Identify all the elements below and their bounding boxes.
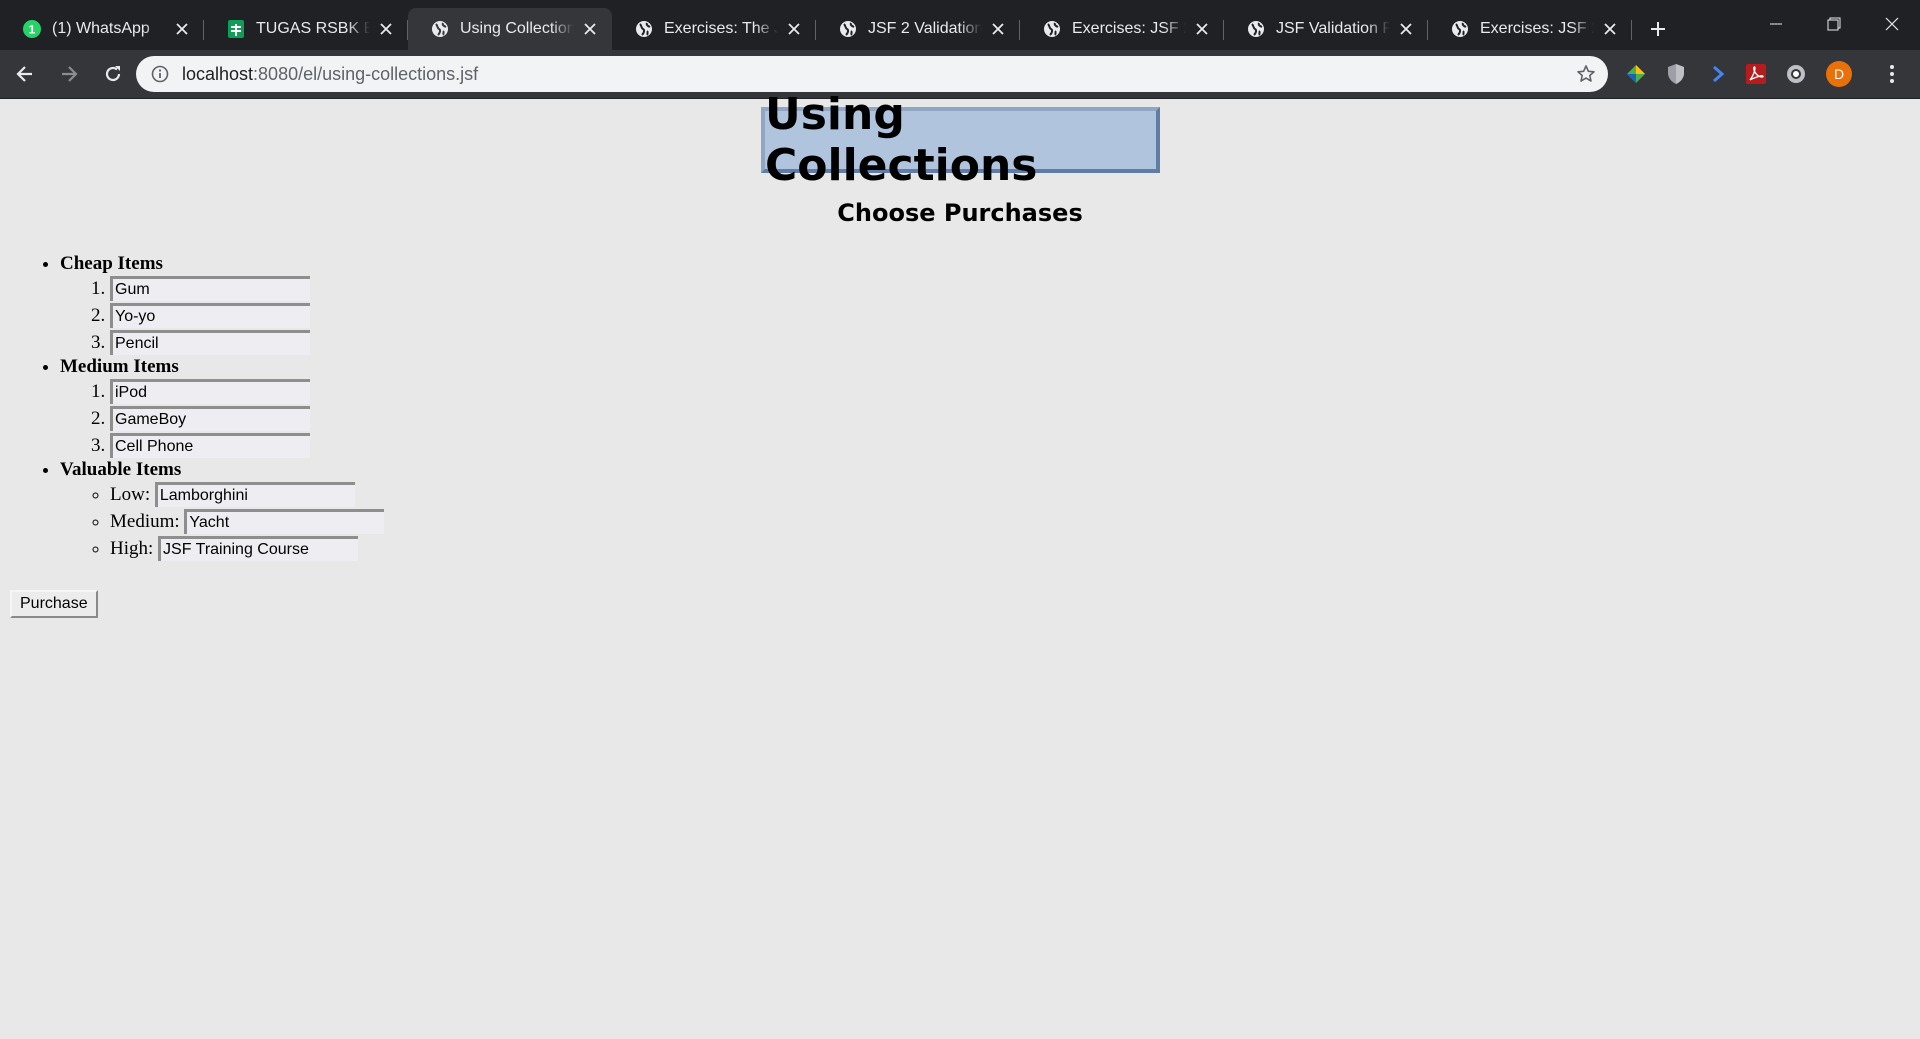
close-icon[interactable] <box>1600 19 1620 39</box>
extension-diamond-icon[interactable] <box>1622 60 1650 88</box>
tab-title: (1) WhatsApp <box>52 20 150 37</box>
globe-icon <box>1450 19 1470 39</box>
close-icon[interactable] <box>988 19 1008 39</box>
tab-title: JSF Validation Part <box>1276 20 1390 37</box>
group-medium: Medium Items <box>60 356 384 459</box>
chevron-right-icon[interactable] <box>1704 60 1732 88</box>
tab-jsf2-validation[interactable]: JSF 2 Validation Pa <box>816 8 1020 50</box>
cheap-item-field-3[interactable] <box>110 329 310 355</box>
whatsapp-icon: 1 <box>22 19 42 39</box>
arrow-left-icon <box>16 66 32 82</box>
tab-whatsapp[interactable]: 1 (1) WhatsApp <box>0 8 204 50</box>
list-item <box>110 329 384 356</box>
list-item: High: <box>110 535 384 562</box>
tab-exercises-jsf[interactable]: Exercises: The JSF 2 <box>612 8 816 50</box>
valuable-medium-field[interactable] <box>184 508 385 534</box>
tab-divider <box>1631 20 1632 40</box>
group-label: Cheap Items <box>60 253 163 274</box>
tab-exercises-jsf2-val-2[interactable]: Exercises: JSF 2 Val <box>1428 8 1632 50</box>
arrow-right-icon <box>62 66 78 82</box>
reload-icon <box>105 66 121 82</box>
valuable-items-list: Low: Medium: High: <box>60 481 385 562</box>
page-title: Using Collections <box>761 89 1160 191</box>
close-icon[interactable] <box>784 19 804 39</box>
tab-tugas-rsbk[interactable]: TUGAS RSBK B - G <box>204 8 408 50</box>
list-item: Medium: <box>110 508 385 535</box>
item-groups-list: Cheap Items Medium Items Valuable Items <box>0 253 385 562</box>
address-bar[interactable]: localhost:8080/el/using-collections.jsf <box>136 56 1608 92</box>
list-item <box>110 302 384 329</box>
reload-button[interactable] <box>93 54 133 94</box>
list-item <box>110 432 384 459</box>
info-icon[interactable] <box>150 64 170 84</box>
valuable-high-field[interactable] <box>158 535 359 561</box>
tab-title: Using Collections <box>460 20 574 37</box>
medium-item-field-1[interactable] <box>110 378 310 404</box>
svg-text:1: 1 <box>29 23 36 37</box>
tab-title: Exercises: JSF 2 Val <box>1072 20 1186 37</box>
tab-jsf-validation-part[interactable]: JSF Validation Part <box>1224 8 1428 50</box>
valuable-high-label: High: <box>110 538 154 559</box>
group-cheap: Cheap Items <box>60 253 384 356</box>
list-item <box>110 275 384 302</box>
page-content: Using Collections Choose Purchases Cheap… <box>0 89 1920 1039</box>
valuable-low-field[interactable] <box>154 481 355 507</box>
medium-item-field-2[interactable] <box>110 405 310 431</box>
medium-item-field-3[interactable] <box>110 432 310 458</box>
list-item <box>110 405 384 432</box>
tab-using-collections[interactable]: Using Collections <box>408 8 612 50</box>
forward-button[interactable] <box>49 54 89 94</box>
pdf-icon[interactable] <box>1742 60 1770 88</box>
restore-button[interactable] <box>1806 8 1862 40</box>
page-subtitle: Choose Purchases <box>837 199 1083 227</box>
close-icon[interactable] <box>1396 19 1416 39</box>
group-label: Medium Items <box>60 356 179 377</box>
minimize-icon <box>1770 23 1782 25</box>
url-host: localhost <box>182 63 254 84</box>
cheap-item-field-1[interactable] <box>110 275 310 301</box>
avatar-initial: D <box>1833 66 1845 82</box>
tab-strip: 1 (1) WhatsApp TUGAS RSBK B - G Using Co… <box>0 8 1920 50</box>
bookmark-star-icon[interactable] <box>1576 64 1596 84</box>
new-tab-button[interactable] <box>1638 8 1678 50</box>
globe-icon <box>430 19 450 39</box>
sheets-icon <box>226 19 246 39</box>
list-item: Low: <box>110 481 384 508</box>
group-valuable: Valuable Items Low: Medium: High: <box>60 459 385 562</box>
purchase-button[interactable]: Purchase <box>10 590 98 618</box>
restore-icon <box>1827 17 1841 31</box>
tab-title: JSF 2 Validation Pa <box>868 20 982 37</box>
url-path: :8080/el/using-collections.jsf <box>253 63 479 84</box>
globe-icon <box>838 19 858 39</box>
close-window-button[interactable] <box>1864 8 1920 40</box>
valuable-medium-label: Medium: <box>110 511 180 532</box>
list-item <box>110 378 384 405</box>
tab-exercises-jsf2-val[interactable]: Exercises: JSF 2 Val <box>1020 8 1224 50</box>
tab-title: Exercises: JSF 2 Val <box>1480 20 1594 37</box>
minimize-button[interactable] <box>1748 8 1804 40</box>
close-icon <box>1885 17 1899 31</box>
avatar[interactable]: D <box>1824 59 1854 89</box>
plus-icon <box>1651 22 1665 36</box>
valuable-low-label: Low: <box>110 484 151 505</box>
cheap-item-field-2[interactable] <box>110 302 310 328</box>
title-bar <box>0 0 1920 8</box>
shield-icon[interactable] <box>1662 60 1690 88</box>
cheap-items-list <box>60 275 384 356</box>
medium-items-list <box>60 378 384 459</box>
globe-icon <box>634 19 654 39</box>
globe-icon <box>1246 19 1266 39</box>
menu-dots-icon[interactable] <box>1878 60 1906 88</box>
tab-title: TUGAS RSBK B - G <box>256 20 370 37</box>
tab-title: Exercises: The JSF 2 <box>664 20 778 37</box>
close-icon[interactable] <box>1192 19 1212 39</box>
group-label: Valuable Items <box>60 459 182 480</box>
circle-extension-icon[interactable] <box>1782 60 1810 88</box>
close-icon[interactable] <box>172 19 192 39</box>
back-button[interactable] <box>5 54 45 94</box>
close-icon[interactable] <box>376 19 396 39</box>
close-icon[interactable] <box>580 19 600 39</box>
globe-icon <box>1042 19 1062 39</box>
